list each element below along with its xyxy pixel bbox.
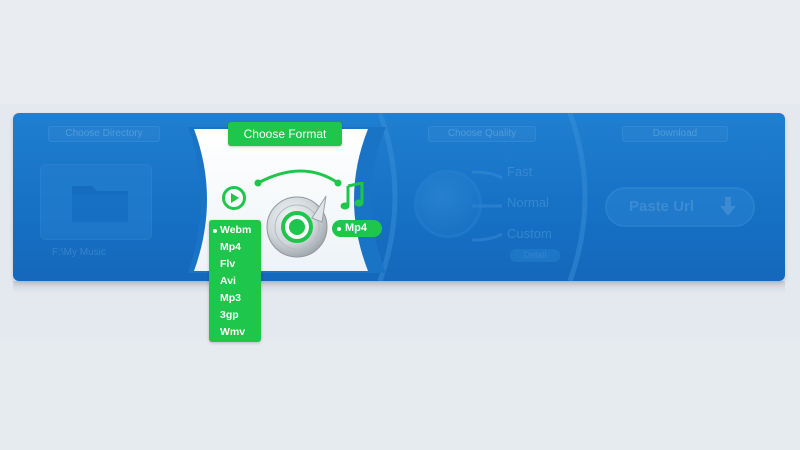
panel-separator	[567, 113, 588, 281]
format-option-mp4[interactable]: Mp4	[209, 239, 261, 256]
disc-icon	[266, 195, 328, 258]
quality-option-normal[interactable]: Normal	[507, 195, 549, 210]
download-arrow-icon	[720, 197, 736, 216]
music-note-icon	[340, 182, 364, 210]
tab-choose-quality[interactable]: Choose Quality	[428, 126, 536, 142]
selected-format-badge[interactable]: Mp4	[332, 220, 382, 237]
paste-url-label: Paste Url	[629, 198, 695, 215]
format-option-wmv[interactable]: Wmv	[209, 324, 261, 341]
format-option-flv[interactable]: Flv	[209, 256, 261, 273]
format-option-avi[interactable]: Avi	[209, 273, 261, 290]
format-option-webm[interactable]: Webm	[209, 222, 261, 239]
tab-choose-directory[interactable]: Choose Directory	[48, 126, 160, 142]
format-option-mp3[interactable]: Mp3	[209, 290, 261, 307]
play-icon	[222, 186, 246, 210]
directory-path: F:\My Music	[52, 247, 106, 258]
quality-detail-button[interactable]: Detail	[510, 249, 560, 262]
quality-option-fast[interactable]: Fast	[507, 164, 532, 179]
folder-icon	[72, 186, 128, 222]
format-dropdown[interactable]: Webm Mp4 Flv Avi Mp3 3gp Wmv	[209, 220, 261, 342]
paste-url-button[interactable]: Paste Url	[605, 187, 755, 227]
quality-option-custom[interactable]: Custom	[507, 226, 552, 241]
inactive-panels: Choose Directory F:\My Music Choose Qual…	[0, 0, 800, 450]
quality-bracket	[471, 170, 503, 242]
tab-choose-format[interactable]: Choose Format	[228, 122, 342, 146]
format-option-3gp[interactable]: 3gp	[209, 307, 261, 324]
tab-download[interactable]: Download	[622, 126, 728, 142]
